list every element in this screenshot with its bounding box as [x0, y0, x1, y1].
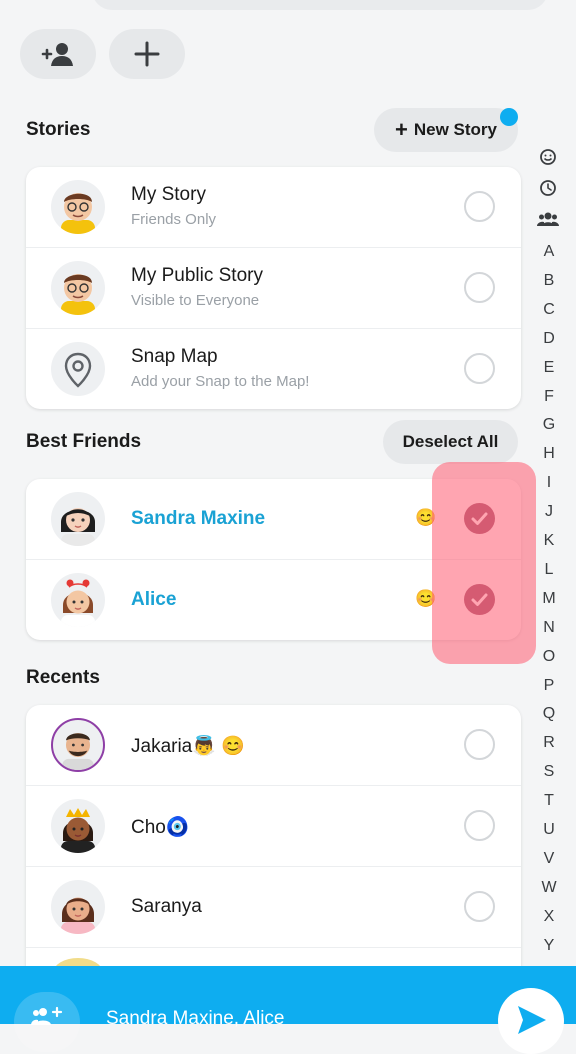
selection-highlight	[432, 462, 536, 664]
new-story-button[interactable]: + New Story	[374, 108, 518, 152]
select-checkbox[interactable]	[464, 191, 495, 222]
bitmoji-avatar	[51, 180, 105, 234]
index-letter-b[interactable]: B	[538, 272, 560, 290]
deselect-all-button[interactable]: Deselect All	[383, 420, 518, 464]
index-letter-u[interactable]: U	[538, 821, 560, 839]
group-add-button[interactable]	[14, 992, 80, 1052]
index-letter-n[interactable]: N	[538, 619, 560, 637]
plus-icon: +	[395, 117, 408, 142]
index-letter-f[interactable]: F	[538, 388, 560, 406]
index-letter-a[interactable]: A	[538, 243, 560, 261]
select-checkbox[interactable]	[464, 810, 495, 841]
story-row-snap-map[interactable]: Snap Map Add your Snap to the Map!	[26, 329, 521, 409]
index-letter-m[interactable]: M	[538, 590, 560, 608]
clock-index-icon[interactable]	[539, 179, 557, 202]
story-title: My Story	[131, 184, 206, 205]
best-friends-heading: Best Friends	[26, 431, 142, 452]
index-letter-q[interactable]: Q	[538, 705, 560, 723]
bitmoji-avatar	[51, 718, 105, 772]
map-pin-icon	[51, 342, 105, 396]
group-add-icon	[31, 1006, 63, 1025]
group-index-icon[interactable]	[537, 211, 559, 232]
index-letter-h[interactable]: H	[538, 445, 560, 463]
friend-row-partial[interactable]	[26, 948, 521, 967]
index-letter-y[interactable]: Y	[538, 937, 560, 955]
stories-card: My Story Friends Only My Public Story Vi…	[26, 167, 521, 409]
select-checkbox[interactable]	[464, 729, 495, 760]
friend-name: Jakaria👼 😊	[131, 736, 245, 757]
index-letter-i[interactable]: I	[538, 474, 560, 492]
send-button[interactable]	[498, 988, 564, 1054]
select-checkbox[interactable]	[464, 353, 495, 384]
stories-heading: Stories	[26, 119, 91, 140]
recents-card: Jakaria👼 😊 Cho🧿 Saranya	[26, 705, 521, 967]
add-friend-icon	[41, 43, 73, 66]
select-checkbox[interactable]	[464, 891, 495, 922]
index-letter-s[interactable]: S	[538, 763, 560, 781]
bitmoji-avatar	[51, 261, 105, 315]
friend-name: Sandra Maxine	[131, 508, 266, 529]
search-bar[interactable]	[92, 0, 548, 10]
story-row-my-story[interactable]: My Story Friends Only	[26, 167, 521, 248]
index-letter-r[interactable]: R	[538, 734, 560, 752]
index-letter-g[interactable]: G	[538, 416, 560, 434]
select-checkbox[interactable]	[464, 272, 495, 303]
create-group-button[interactable]	[109, 29, 185, 79]
story-title: Snap Map	[131, 346, 218, 367]
friend-name: Alice	[131, 589, 177, 610]
index-letter-x[interactable]: X	[538, 908, 560, 926]
bitmoji-avatar	[51, 799, 105, 853]
friend-row[interactable]: Cho🧿	[26, 786, 521, 867]
story-title: My Public Story	[131, 265, 263, 286]
index-letter-j[interactable]: J	[538, 503, 560, 521]
index-letter-p[interactable]: P	[538, 677, 560, 695]
bitmoji-avatar	[51, 492, 105, 546]
index-letter-e[interactable]: E	[538, 359, 560, 377]
story-subtitle: Add your Snap to the Map!	[131, 373, 310, 390]
story-subtitle: Friends Only	[131, 211, 217, 228]
new-story-label: New Story	[413, 120, 497, 139]
index-letter-v[interactable]: V	[538, 850, 560, 868]
friend-row[interactable]: Jakaria👼 😊	[26, 705, 521, 786]
send-arrow-icon	[518, 1006, 546, 1034]
index-letter-l[interactable]: L	[538, 561, 560, 579]
friend-name: Saranya	[131, 896, 202, 917]
recents-heading: Recents	[26, 667, 100, 688]
story-row-public-story[interactable]: My Public Story Visible to Everyone	[26, 248, 521, 329]
index-letter-c[interactable]: C	[538, 301, 560, 319]
index-letter-k[interactable]: K	[538, 532, 560, 550]
plus-icon	[134, 41, 160, 67]
friend-row[interactable]: Saranya	[26, 867, 521, 948]
index-letter-w[interactable]: W	[538, 879, 560, 897]
index-letter-d[interactable]: D	[538, 330, 560, 348]
bitmoji-avatar	[51, 880, 105, 934]
emoji-index-icon[interactable]	[539, 148, 557, 171]
selected-recipients: Sandra Maxine, Alice	[106, 1008, 285, 1029]
story-subtitle: Visible to Everyone	[131, 292, 260, 309]
friend-name: Cho🧿	[131, 817, 190, 838]
send-bar[interactable]: Sandra Maxine, Alice	[0, 966, 576, 1054]
bitmoji-avatar	[51, 573, 105, 627]
notification-dot	[500, 108, 518, 126]
add-friend-button[interactable]	[20, 29, 96, 79]
index-letter-o[interactable]: O	[538, 648, 560, 666]
index-letter-t[interactable]: T	[538, 792, 560, 810]
